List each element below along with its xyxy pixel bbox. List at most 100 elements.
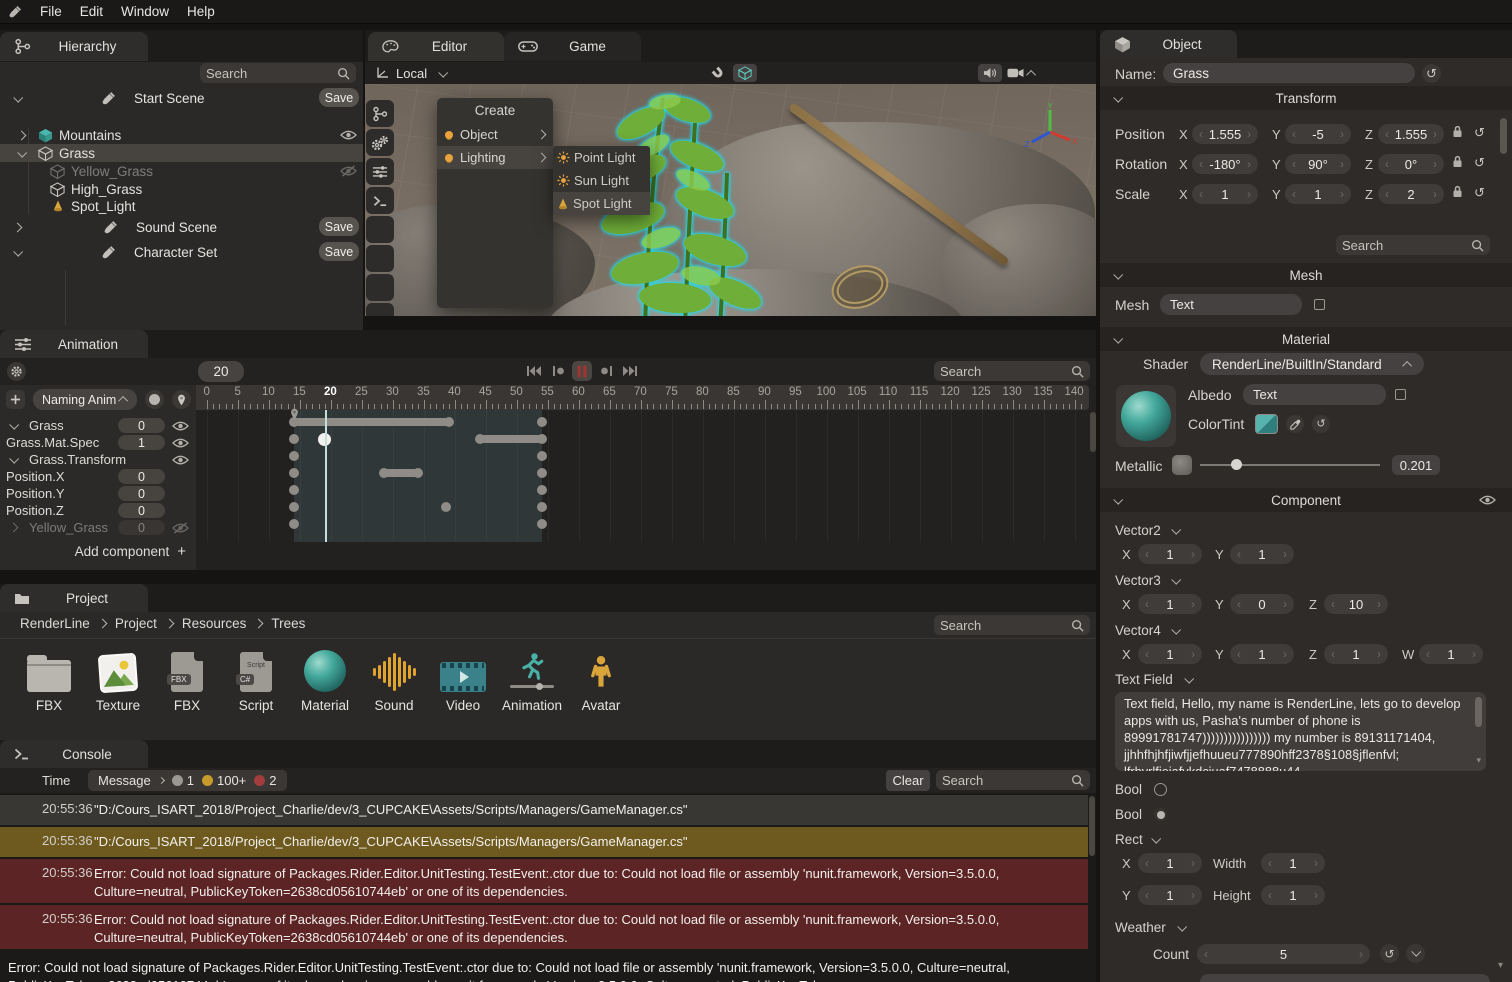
chevron-up-icon[interactable] — [1026, 69, 1036, 79]
stepper-left-icon[interactable] — [1266, 889, 1274, 901]
chevron-right-icon[interactable] — [9, 523, 19, 533]
name-input[interactable] — [1173, 66, 1405, 81]
keyframe-dot[interactable] — [289, 468, 299, 478]
shader-dropdown[interactable]: RenderLine/BuiltIn/Standard — [1200, 353, 1424, 375]
pause-button[interactable] — [572, 361, 592, 381]
keyframe-dot[interactable] — [441, 502, 451, 512]
stepper-right-icon[interactable] — [1312, 889, 1320, 901]
hierarchy-search[interactable] — [200, 63, 356, 83]
pivot-cube-button[interactable] — [733, 64, 757, 82]
stepper-left-icon[interactable] — [1290, 128, 1298, 140]
bool-radio-unchecked[interactable] — [1154, 783, 1167, 796]
chevron-down-icon[interactable] — [1151, 834, 1161, 844]
tree-item-yellow-grass[interactable]: Yellow_Grass — [0, 162, 363, 180]
stepper-left-icon[interactable] — [1143, 857, 1151, 869]
add-track-button[interactable] — [6, 390, 25, 409]
menu-item-object[interactable]: Object — [437, 123, 553, 146]
menu-item-lighting[interactable]: Lighting — [437, 146, 553, 169]
mesh-section-header[interactable]: Mesh — [1100, 263, 1512, 287]
stepper-right-icon[interactable] — [1281, 598, 1289, 610]
stepper-left-icon[interactable] — [1143, 598, 1151, 610]
breadcrumb-resources[interactable]: Resources — [182, 616, 247, 631]
stepper-right-icon[interactable] — [1375, 648, 1383, 660]
metallic-slider-handle[interactable] — [1231, 459, 1242, 470]
save-start-scene-button[interactable]: Save — [319, 88, 359, 107]
stepper-left-icon[interactable] — [1143, 648, 1151, 660]
stepper-left-icon[interactable] — [1383, 128, 1391, 140]
metallic-texture-thumb[interactable] — [1172, 455, 1192, 475]
reset-icon[interactable]: ↺ — [1474, 156, 1485, 169]
stepper-right-icon[interactable] — [1431, 158, 1439, 170]
scale-z-field[interactable]: 2 — [1378, 184, 1444, 204]
metallic-value-field[interactable]: 0.201 — [1392, 455, 1440, 475]
track-value[interactable]: 0 — [118, 486, 165, 501]
keyframe-dot[interactable] — [537, 519, 547, 529]
snap-magnet-button[interactable] — [706, 64, 730, 82]
position-x-field[interactable]: 1.555 — [1192, 124, 1258, 144]
tab-game[interactable]: Game — [504, 32, 641, 61]
stepper-left-icon[interactable] — [1383, 158, 1391, 170]
animation-search-input[interactable] — [940, 364, 1065, 379]
material-preview[interactable] — [1116, 385, 1176, 447]
stepper-right-icon[interactable] — [1281, 648, 1289, 660]
viewport-console-tool[interactable] — [366, 187, 394, 214]
stepper-left-icon[interactable] — [1197, 188, 1205, 200]
animation-settings-button[interactable] — [7, 362, 26, 381]
track-row-grass-transform[interactable]: Grass.Transform — [0, 451, 196, 468]
tab-project[interactable]: Project — [0, 584, 148, 612]
track-value[interactable]: 0 — [118, 520, 165, 535]
viewport-empty-tool-2[interactable] — [366, 245, 394, 272]
track-row-grass[interactable]: Grass 0 — [0, 417, 196, 434]
stepper-left-icon[interactable] — [1235, 648, 1243, 660]
tab-object[interactable]: Object — [1100, 30, 1237, 58]
menu-item-spot-light[interactable]: Spot Light — [553, 192, 650, 215]
track-row-yellow-grass[interactable]: Yellow_Grass 0 — [0, 519, 196, 536]
visibility-eye-icon[interactable] — [172, 454, 189, 466]
stepper-left-icon[interactable] — [1290, 158, 1298, 170]
stepper-right-icon[interactable] — [1189, 598, 1197, 610]
menu-help[interactable]: Help — [187, 4, 215, 19]
rect-height-field[interactable]: 1 — [1261, 885, 1325, 905]
console-row[interactable]: 20:55:36 Error: Could not load signature… — [0, 859, 1088, 903]
timeline-pin-icon[interactable] — [290, 408, 299, 420]
keyframe-dot[interactable] — [537, 451, 547, 461]
keyframe-dot[interactable] — [289, 519, 299, 529]
track-row-position-z[interactable]: Position.Z 0 — [0, 502, 196, 519]
visibility-eye-icon[interactable] — [340, 129, 357, 141]
chevron-right-icon[interactable] — [17, 130, 27, 140]
console-scrollbar[interactable] — [1089, 796, 1095, 856]
viewport-empty-tool-3[interactable] — [366, 274, 394, 301]
stepper-right-icon[interactable] — [1357, 948, 1365, 960]
asset-video[interactable]: Video — [430, 646, 496, 713]
rect-x-field[interactable]: 1 — [1138, 853, 1202, 873]
clip-dropdown[interactable]: Naming Anim — [33, 389, 137, 410]
scroll-down-icon[interactable]: ▾ — [1498, 960, 1503, 971]
save-sound-scene-button[interactable]: Save — [319, 217, 359, 236]
stepper-left-icon[interactable] — [1197, 128, 1205, 140]
keyframe-dot[interactable] — [289, 434, 299, 444]
asset-fbx-file[interactable]: FBX FBX — [154, 646, 220, 713]
keyframe-dot[interactable] — [537, 468, 547, 478]
vector3-y-field[interactable]: 0 — [1230, 594, 1294, 614]
stepper-right-icon[interactable] — [1338, 158, 1346, 170]
timeline-playhead[interactable] — [325, 410, 327, 542]
camera-icon[interactable] — [1007, 68, 1024, 78]
mesh-picker-button[interactable] — [1314, 299, 1325, 310]
track-row-position-y[interactable]: Position.Y 0 — [0, 485, 196, 502]
tree-item-high-grass[interactable]: High_Grass — [0, 180, 363, 198]
visibility-eye-icon[interactable] — [172, 420, 189, 432]
stepper-right-icon[interactable] — [1245, 158, 1253, 170]
breadcrumb-trees[interactable]: Trees — [271, 616, 305, 631]
inspector-scrollbar[interactable] — [1500, 88, 1507, 982]
console-row[interactable]: 20:55:36 Error: Could not load signature… — [0, 905, 1088, 949]
albedo-field[interactable]: Text — [1243, 384, 1386, 405]
track-value[interactable]: 0 — [118, 418, 165, 433]
reset-icon[interactable]: ↺ — [1474, 186, 1485, 199]
asset-animation[interactable]: Animation — [499, 646, 565, 713]
keyframe-dot[interactable] — [289, 485, 299, 495]
bool-radio-checked[interactable] — [1154, 808, 1167, 821]
lock-icon[interactable] — [1452, 185, 1463, 198]
metallic-slider-track[interactable] — [1200, 464, 1380, 466]
breadcrumb-renderline[interactable]: RenderLine — [20, 616, 90, 631]
rotation-x-field[interactable]: -180° — [1192, 154, 1258, 174]
